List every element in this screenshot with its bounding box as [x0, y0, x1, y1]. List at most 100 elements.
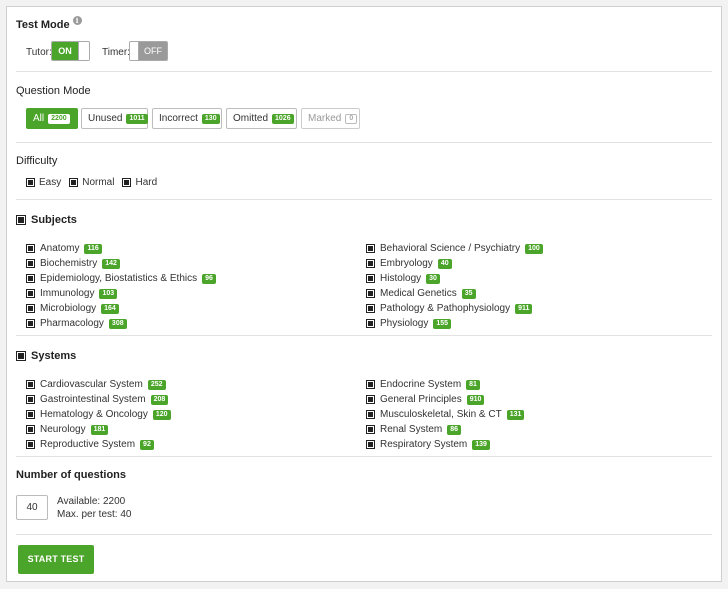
item-count-badge: 252: [147, 379, 166, 390]
item-checkbox[interactable]: [26, 425, 35, 434]
list-item[interactable]: Renal System 86: [366, 424, 462, 435]
list-item[interactable]: Behavioral Science / Psychiatry 100: [366, 243, 543, 254]
list-item[interactable]: General Principles 910: [366, 394, 485, 405]
list-item[interactable]: Biochemistry 142: [26, 258, 120, 269]
mode-incorrect-button[interactable]: Incorrect 130: [152, 108, 222, 129]
list-item[interactable]: Histology 30: [366, 273, 440, 284]
item-count-badge: 86: [447, 424, 462, 435]
item-checkbox[interactable]: [366, 380, 375, 389]
info-icon[interactable]: i: [72, 16, 82, 25]
item-count-badge: 131: [506, 409, 525, 420]
item-count-badge: 155: [433, 318, 452, 329]
item-label: Immunology: [40, 288, 95, 299]
item-label: Pharmacology: [40, 318, 104, 329]
list-item[interactable]: Reproductive System 92: [26, 439, 154, 450]
list-item[interactable]: Pharmacology 308: [26, 318, 127, 329]
item-checkbox[interactable]: [26, 410, 35, 419]
divider: [16, 534, 712, 535]
divider: [16, 456, 712, 457]
item-label: Endocrine System: [380, 379, 462, 390]
item-label: Hematology & Oncology: [40, 409, 148, 420]
systems-title: Systems: [31, 350, 77, 362]
mode-unused-button[interactable]: Unused 1011: [81, 108, 148, 129]
max-per-test-text: Max. per test: 40: [57, 509, 132, 520]
toggle-knob: [130, 42, 139, 60]
mode-omitted-button[interactable]: Omitted 1026: [226, 108, 297, 129]
item-checkbox[interactable]: [366, 259, 375, 268]
item-label: Cardiovascular System: [40, 379, 143, 390]
easy-label: Easy: [39, 177, 62, 188]
item-checkbox[interactable]: [26, 395, 35, 404]
list-item[interactable]: Microbiology 164: [26, 303, 119, 314]
item-checkbox[interactable]: [26, 380, 35, 389]
mode-unused-count: 1011: [126, 113, 148, 124]
list-item[interactable]: Gastrointestinal System 208: [26, 394, 169, 405]
question-count-input[interactable]: 40: [16, 495, 48, 520]
item-count-badge: 103: [99, 288, 118, 299]
item-label: Anatomy: [40, 243, 80, 254]
subjects-select-all-checkbox[interactable]: [16, 215, 26, 225]
item-checkbox[interactable]: [26, 289, 35, 298]
tutor-toggle[interactable]: ON: [51, 41, 90, 61]
mode-marked-count: 0: [345, 113, 358, 124]
divider: [16, 142, 712, 143]
mode-all-count: 2200: [48, 113, 70, 124]
list-item[interactable]: Musculoskeletal, Skin & CT 131: [366, 409, 525, 420]
list-item[interactable]: Medical Genetics 35: [366, 288, 476, 299]
list-item[interactable]: Respiratory System 139: [366, 439, 490, 450]
item-count-badge: 181: [90, 424, 109, 435]
list-item[interactable]: Endocrine System 81: [366, 379, 480, 390]
item-label: Pathology & Pathophysiology: [380, 303, 511, 314]
item-checkbox[interactable]: [366, 304, 375, 313]
list-item[interactable]: Immunology 103: [26, 288, 118, 299]
item-count-badge: 208: [150, 394, 169, 405]
subjects-title: Subjects: [31, 214, 77, 226]
item-count-badge: 35: [461, 288, 476, 299]
tutor-label: Tutor:: [26, 47, 52, 58]
item-checkbox[interactable]: [26, 319, 35, 328]
item-count-badge: 120: [152, 409, 171, 420]
easy-checkbox[interactable]: [26, 178, 35, 187]
start-test-button[interactable]: START TEST: [18, 545, 94, 574]
divider: [16, 199, 712, 200]
test-mode-title: Test Mode: [16, 19, 70, 31]
item-checkbox[interactable]: [26, 259, 35, 268]
item-count-badge: 910: [466, 394, 485, 405]
item-checkbox[interactable]: [366, 319, 375, 328]
item-label: Epidemiology, Biostatistics & Ethics: [40, 273, 198, 284]
mode-all-label: All: [33, 113, 45, 124]
hard-checkbox[interactable]: [122, 178, 132, 187]
normal-checkbox[interactable]: [69, 178, 79, 187]
item-checkbox[interactable]: [26, 274, 35, 283]
normal-label: Normal: [82, 177, 115, 188]
item-checkbox[interactable]: [26, 440, 35, 449]
systems-select-all-checkbox[interactable]: [16, 351, 26, 361]
list-item[interactable]: Anatomy 116: [26, 243, 102, 254]
list-item[interactable]: Physiology 155: [366, 318, 452, 329]
item-checkbox[interactable]: [366, 244, 375, 253]
list-item[interactable]: Hematology & Oncology 120: [26, 409, 171, 420]
item-checkbox[interactable]: [366, 274, 375, 283]
list-item[interactable]: Pathology & Pathophysiology 911: [366, 303, 533, 314]
item-checkbox[interactable]: [366, 395, 375, 404]
item-checkbox[interactable]: [366, 425, 375, 434]
list-item[interactable]: Neurology 181: [26, 424, 109, 435]
item-count-badge: 142: [102, 258, 120, 269]
list-item[interactable]: Epidemiology, Biostatistics & Ethics 96: [26, 273, 216, 284]
timer-toggle[interactable]: OFF: [129, 41, 168, 61]
mode-marked-button[interactable]: Marked 0: [301, 108, 360, 129]
item-count-badge: 100: [525, 243, 543, 254]
list-item[interactable]: Cardiovascular System 252: [26, 379, 166, 390]
mode-all-button[interactable]: All 2200: [26, 108, 78, 129]
item-checkbox[interactable]: [366, 410, 375, 419]
item-label: Biochemistry: [40, 258, 98, 269]
item-label: Reproductive System: [40, 439, 136, 450]
item-checkbox[interactable]: [26, 244, 35, 253]
item-label: Neurology: [40, 424, 86, 435]
list-item[interactable]: Embryology 40: [366, 258, 452, 269]
mode-unused-label: Unused: [88, 113, 123, 124]
item-checkbox[interactable]: [366, 289, 375, 298]
item-checkbox[interactable]: [366, 440, 375, 449]
item-count-badge: 308: [108, 318, 127, 329]
item-checkbox[interactable]: [26, 304, 35, 313]
